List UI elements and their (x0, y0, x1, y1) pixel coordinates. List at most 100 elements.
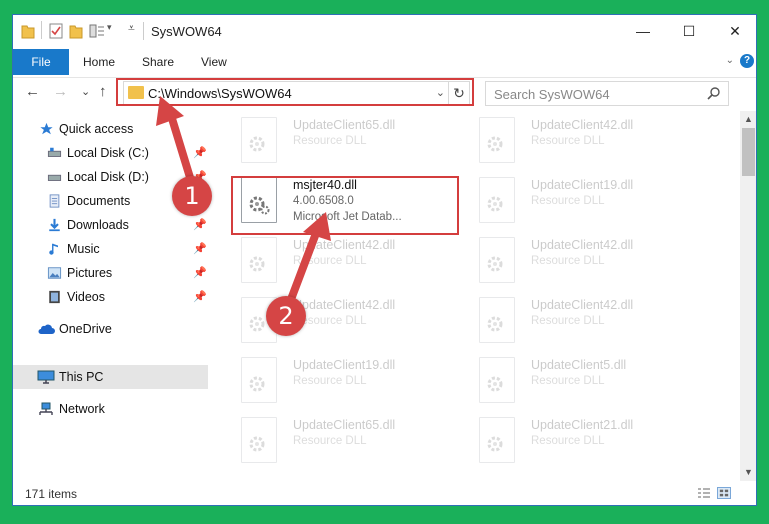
details-view-icon[interactable] (697, 487, 711, 499)
dll-file-icon (241, 357, 277, 403)
file-item[interactable]: UpdateClient65.dll Resource DLL (233, 411, 463, 471)
file-type: Resource DLL (531, 195, 605, 207)
item-count: 171 items (25, 487, 78, 501)
sidebar-item-this-pc[interactable]: This PC (13, 365, 208, 389)
sidebar-item-quick-access[interactable]: Quick access (13, 117, 208, 141)
divider (143, 22, 144, 40)
file-name: UpdateClient65.dll (293, 418, 396, 432)
network-icon (39, 402, 53, 415)
file-type: Resource DLL (293, 255, 367, 267)
refresh-button[interactable]: ↻ (448, 82, 469, 105)
pin-icon[interactable]: 📌 (193, 146, 207, 159)
search-placeholder: Search SysWOW64 (494, 87, 610, 102)
scroll-thumb[interactable] (742, 128, 755, 176)
file-item[interactable]: UpdateClient42.dll Resource DLL (471, 111, 701, 171)
explorer-window: ▾ ⩡ SysWOW64 — ☐ ✕ File Home Share View … (12, 14, 757, 506)
file-item-msjter40[interactable]: msjter40.dll 4.00.6508.0 Microsoft Jet D… (233, 171, 463, 231)
file-item[interactable]: UpdateClient21.dll Resource DLL (471, 411, 701, 471)
pin-icon[interactable]: 📌 (193, 242, 207, 255)
quick-access-dropdown-icon[interactable]: ▾ (107, 22, 112, 33)
sidebar-item-music[interactable]: Music 📌 (13, 237, 208, 261)
properties-icon[interactable] (49, 23, 63, 39)
sidebar-item-local-disk-c[interactable]: Local Disk (C:) 📌 (13, 141, 208, 165)
dll-file-icon (241, 417, 277, 463)
music-icon (49, 243, 58, 255)
status-bar: 171 items (13, 481, 756, 505)
documents-icon (49, 194, 60, 208)
file-type: Resource DLL (531, 435, 605, 447)
forward-button[interactable]: → (53, 83, 68, 100)
file-item[interactable]: UpdateClient65.dll Resource DLL (233, 111, 463, 171)
sidebar-item-onedrive[interactable]: OneDrive (13, 317, 208, 341)
customize-toolbar-icon[interactable] (89, 23, 105, 39)
pictures-icon (47, 267, 62, 279)
dll-file-icon (479, 117, 515, 163)
dll-file-icon (479, 237, 515, 283)
address-row: ← → ⌄ ↑ C:\Windows\SysWOW64 ⌄ ↻ Search S… (13, 77, 756, 107)
recent-locations-dropdown[interactable]: ⌄ (81, 85, 90, 98)
file-type: Resource DLL (531, 315, 605, 327)
download-icon (49, 218, 60, 232)
drive-icon (47, 174, 62, 181)
dll-file-icon (479, 417, 515, 463)
navigation-pane: Quick access Local Disk (C:) 📌 Local Dis… (13, 111, 208, 481)
address-dropdown-icon[interactable]: ⌄ (436, 86, 445, 99)
search-icon[interactable] (707, 86, 721, 100)
step-1-badge: 1 (172, 176, 212, 216)
file-item[interactable]: UpdateClient42.dll Resource DLL (233, 231, 463, 291)
sidebar-item-network[interactable]: Network (13, 397, 208, 421)
file-name: UpdateClient42.dll (293, 238, 396, 252)
file-list: UpdateClient65.dll Resource DLL UpdateCl… (223, 111, 728, 481)
pin-icon[interactable]: 📌 (193, 218, 207, 231)
search-input[interactable]: Search SysWOW64 (485, 81, 729, 106)
file-type: Resource DLL (531, 375, 605, 387)
sidebar-item-videos[interactable]: Videos 📌 (13, 285, 208, 309)
file-item[interactable]: UpdateClient42.dll Resource DLL (471, 291, 701, 351)
tab-home[interactable]: Home (83, 49, 115, 75)
sidebar-item-downloads[interactable]: Downloads 📌 (13, 213, 208, 237)
file-type: Resource DLL (293, 375, 367, 387)
file-item[interactable]: UpdateClient19.dll Resource DLL (233, 351, 463, 411)
sidebar-item-pictures[interactable]: Pictures 📌 (13, 261, 208, 285)
title-bar: ▾ ⩡ SysWOW64 — ☐ ✕ (13, 15, 756, 47)
scroll-up-icon[interactable]: ▲ (740, 111, 756, 128)
back-button[interactable]: ← (25, 83, 40, 100)
file-item[interactable]: UpdateClient5.dll Resource DLL (471, 351, 701, 411)
close-button[interactable]: ✕ (712, 15, 756, 47)
folder-icon[interactable] (21, 23, 35, 39)
tab-file[interactable]: File (13, 49, 69, 75)
file-name: UpdateClient19.dll (293, 358, 396, 372)
file-name: msjter40.dll (293, 178, 357, 192)
file-type: Resource DLL (531, 255, 605, 267)
ribbon-expand-icon[interactable]: ⌄ (726, 55, 734, 66)
new-folder-icon[interactable] (69, 23, 83, 39)
star-icon (40, 122, 53, 135)
address-bar[interactable]: C:\Windows\SysWOW64 ⌄ ↻ (123, 81, 470, 106)
divider (41, 21, 42, 39)
tab-share[interactable]: Share (142, 49, 174, 75)
file-item[interactable]: UpdateClient19.dll Resource DLL (471, 171, 701, 231)
file-item[interactable]: UpdateClient42.dll Resource DLL (471, 231, 701, 291)
file-type: Resource DLL (293, 435, 367, 447)
dll-file-icon (479, 177, 515, 223)
address-path[interactable]: C:\Windows\SysWOW64 (148, 86, 292, 101)
drive-icon (47, 147, 62, 157)
pin-icon[interactable]: 📌 (193, 290, 207, 303)
scroll-down-icon[interactable]: ▼ (740, 464, 756, 481)
dll-file-icon (479, 297, 515, 343)
file-name: UpdateClient42.dll (531, 238, 634, 252)
file-type: Resource DLL (531, 135, 605, 147)
maximize-button[interactable]: ☐ (666, 15, 712, 47)
up-button[interactable]: ↑ (99, 83, 107, 100)
minimize-button[interactable]: — (620, 15, 666, 47)
dll-file-icon (241, 117, 277, 163)
file-name: UpdateClient21.dll (531, 418, 634, 432)
vertical-scrollbar[interactable]: ▲ ▼ (740, 111, 756, 481)
help-icon[interactable]: ? (740, 54, 754, 68)
toolbar-overflow-icon[interactable]: ⩡ (128, 21, 135, 36)
file-name: UpdateClient42.dll (531, 298, 634, 312)
file-name: UpdateClient42.dll (531, 118, 634, 132)
pin-icon[interactable]: 📌 (193, 266, 207, 279)
tab-view[interactable]: View (201, 49, 227, 75)
large-icons-view-icon[interactable] (717, 487, 731, 499)
